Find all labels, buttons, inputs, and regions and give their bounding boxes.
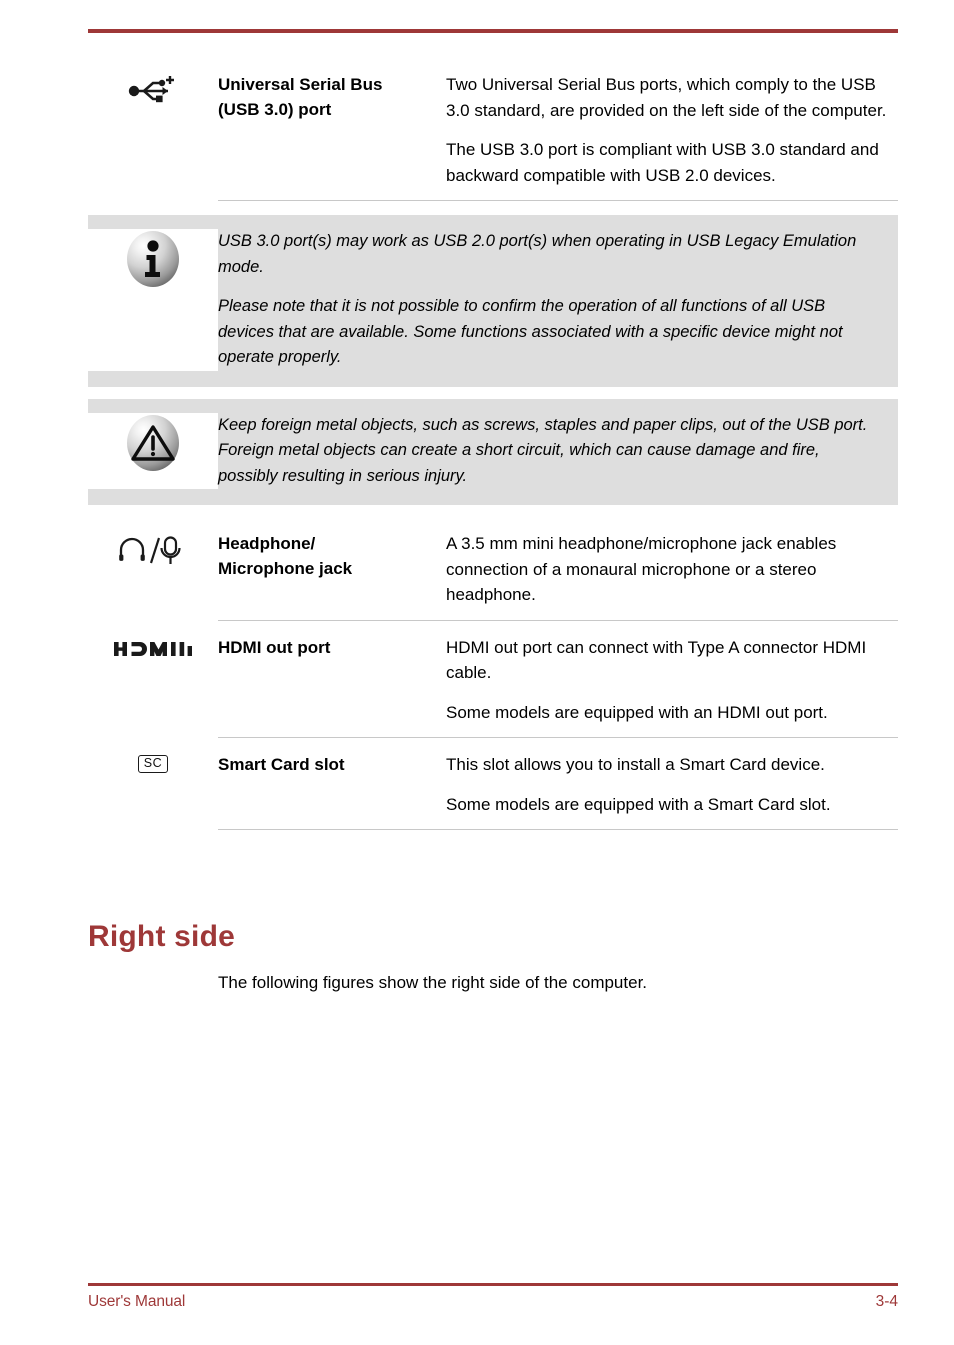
table-row: Headphone/ Microphone jack A 3.5 mm mini… <box>88 517 898 620</box>
footer-rule <box>88 1283 898 1286</box>
row-label-line1: Smart Card slot <box>218 755 345 774</box>
usb-3-icon <box>128 75 178 105</box>
headphone-microphone-icon <box>117 534 189 568</box>
row-paragraph: The USB 3.0 port is compliant with USB 3… <box>446 140 879 185</box>
row-label: Headphone/ Microphone jack <box>218 517 446 581</box>
row-divider <box>218 829 898 830</box>
footer-page-number: 3-4 <box>875 1293 898 1310</box>
callout-text: Keep foreign metal objects, such as scre… <box>218 413 882 490</box>
icon-cell <box>88 621 218 660</box>
row-description: This slot allows you to install a Smart … <box>446 738 898 829</box>
header-rule <box>88 29 898 33</box>
warning-callout: Keep foreign metal objects, such as scre… <box>88 398 898 505</box>
row-paragraph: Two Universal Serial Bus ports, which co… <box>446 75 887 120</box>
row-label: Universal Serial Bus (USB 3.0) port <box>218 58 446 122</box>
table-row: Universal Serial Bus (USB 3.0) port Two … <box>88 58 898 200</box>
hdmi-icon <box>114 638 192 660</box>
row-label-line2: Microphone jack <box>218 559 353 578</box>
row-label-line1: HDMI out port <box>218 637 331 657</box>
row-description: HDMI out port can connect with Type A co… <box>446 621 898 738</box>
icon-cell: SC <box>88 738 218 773</box>
icon-cell <box>88 412 218 489</box>
row-label-line1: Universal Serial Bus <box>218 75 383 94</box>
manual-page: Universal Serial Bus (USB 3.0) port Two … <box>0 0 954 1345</box>
row-paragraph: Some models are equipped with an HDMI ou… <box>446 702 828 722</box>
icon-cell <box>88 517 218 568</box>
row-paragraph: A 3.5 mm mini headphone/microphone jack … <box>446 534 837 604</box>
smart-card-icon: SC <box>137 755 169 773</box>
row-label-line2: (USB 3.0) port <box>218 100 332 119</box>
row-paragraph: Some models are equipped with a Smart Ca… <box>446 794 831 814</box>
port-spec-table: Universal Serial Bus (USB 3.0) port Two … <box>88 58 898 830</box>
row-divider <box>218 200 898 201</box>
footer-manual-label: User's Manual <box>88 1293 186 1310</box>
table-row: SC Smart Card slot This slot allows you … <box>88 738 898 829</box>
table-row: HDMI out port HDMI out port can connect … <box>88 621 898 738</box>
callout-paragraph: Keep foreign metal objects, such as scre… <box>218 415 868 485</box>
callout-paragraph: USB 3.0 port(s) may work as USB 2.0 port… <box>218 232 857 276</box>
icon-cell <box>88 229 218 371</box>
section-paragraph: The following figures show the right sid… <box>218 973 648 992</box>
row-description: A 3.5 mm mini headphone/microphone jack … <box>446 517 898 620</box>
callout-text: USB 3.0 port(s) may work as USB 2.0 port… <box>218 229 882 371</box>
row-label: Smart Card slot <box>218 738 446 777</box>
row-label-line1: Headphone/ <box>218 534 316 553</box>
row-description: Two Universal Serial Bus ports, which co… <box>446 58 898 200</box>
info-icon <box>127 231 179 287</box>
row-paragraph: HDMI out port can connect with Type A co… <box>446 637 867 683</box>
row-label: HDMI out port <box>218 621 446 660</box>
warning-icon <box>127 414 179 471</box>
icon-cell <box>88 58 218 105</box>
callout-paragraph: Please note that it is not possible to c… <box>218 297 843 366</box>
info-callout: USB 3.0 port(s) may work as USB 2.0 port… <box>88 215 898 387</box>
row-paragraph: This slot allows you to install a Smart … <box>446 755 825 774</box>
page-title: Right side <box>88 920 236 953</box>
